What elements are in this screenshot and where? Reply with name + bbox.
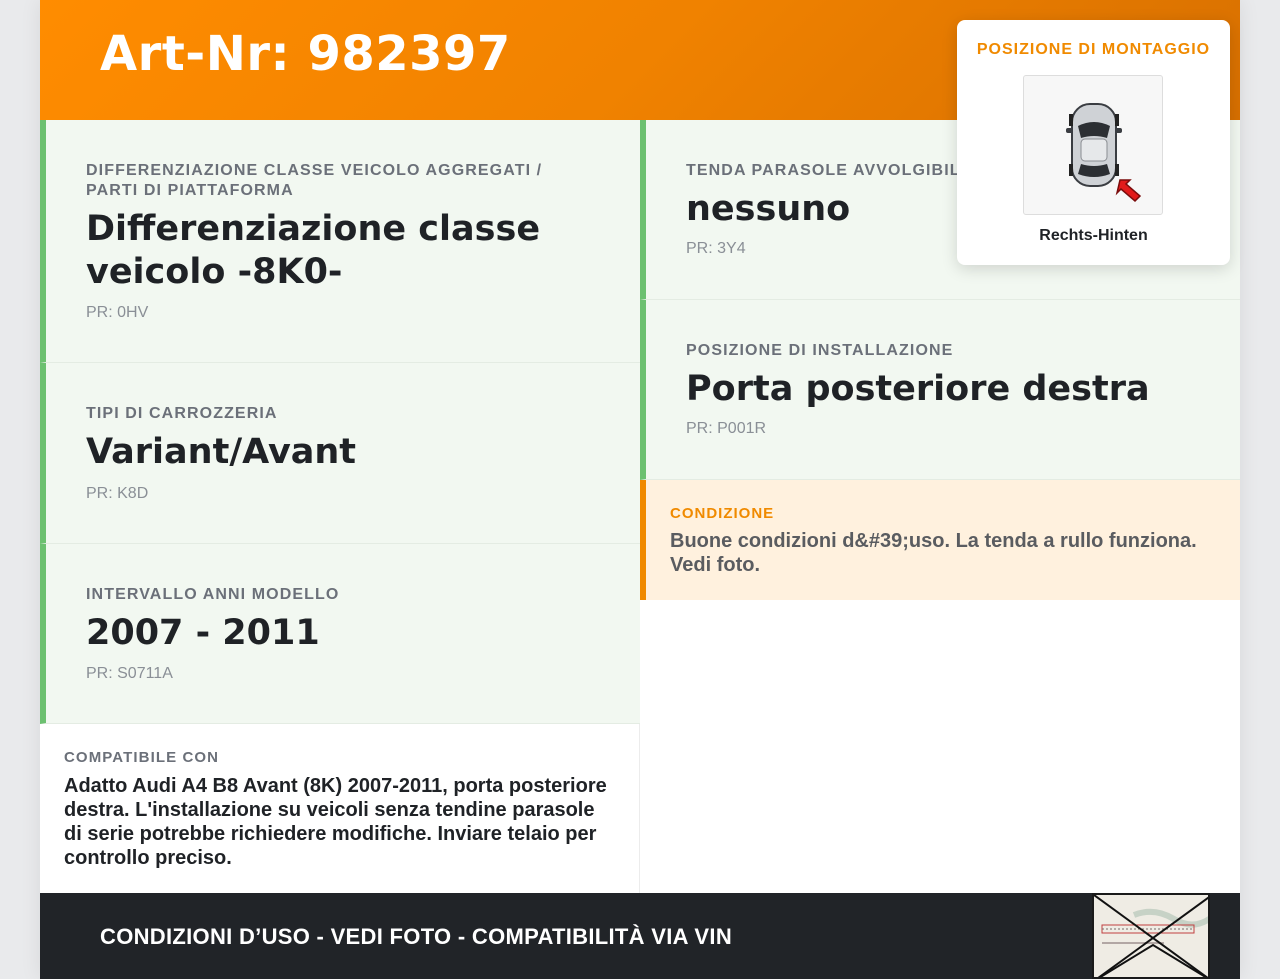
mount-position-value: Rechts-Hinten (1039, 227, 1148, 244)
condition-box: CONDIZIONE Buone condizioni d&#39;uso. L… (640, 480, 1240, 600)
position-arrow-icon (1115, 179, 1142, 203)
document-envelope-icon (1094, 895, 1208, 977)
spec-label: DIFFERENZIAZIONE CLASSE VEICOLO AGGREGAT… (86, 162, 543, 199)
spec-code: PR: 3Y4 (686, 240, 746, 257)
spec-code: PR: P001R (686, 420, 767, 437)
spec-cell-model-years: INTERVALLO ANNI MODELLO 2007 - 2011 PR: … (40, 544, 640, 724)
footer-text: CONDIZIONI D’USO - VEDI FOTO - COMPATIBI… (100, 924, 733, 949)
spec-label: INTERVALLO ANNI MODELLO (86, 586, 340, 603)
spec-code: PR: S0711A (86, 665, 173, 682)
compatibility-box: COMPATIBILE CON Adatto Audi A4 B8 Avant … (40, 724, 640, 893)
compatibility-text: Adatto Audi A4 B8 Avant (8K) 2007-2011, … (64, 775, 607, 869)
spec-cell-body-type: TIPI DI CARROZZERIA Variant/Avant PR: K8… (40, 363, 640, 544)
spec-value: Porta posteriore destra (686, 369, 1150, 409)
spec-label: TIPI DI CARROZZERIA (86, 405, 278, 422)
spec-cell-vehicle-class: DIFFERENZIAZIONE CLASSE VEICOLO AGGREGAT… (40, 120, 640, 363)
article-number-title: Art-Nr: 982397 (100, 26, 511, 82)
spec-value: Variant/Avant (86, 432, 357, 472)
condition-text: Buone condizioni d&#39;uso. La tenda a r… (670, 530, 1197, 576)
mount-position-label: POSIZIONE DI MONTAGGIO (976, 41, 1211, 58)
spec-cell-install-position: POSIZIONE DI INSTALLAZIONE Porta posteri… (640, 300, 1240, 480)
spec-label: POSIZIONE DI INSTALLAZIONE (686, 342, 954, 359)
spec-code: PR: 0HV (86, 304, 149, 321)
spec-value: 2007 - 2011 (86, 613, 320, 653)
condition-label: CONDIZIONE (670, 505, 775, 522)
registration-document-thumbnail (1092, 893, 1210, 979)
car-top-view-icon (1066, 103, 1142, 203)
car-position-diagram (1023, 75, 1163, 215)
spec-value: Differenziazione classe veicolo -8K0- (86, 209, 541, 292)
compatibility-label: COMPATIBILE CON (64, 749, 220, 766)
spec-code: PR: K8D (86, 485, 149, 502)
mount-position-card: POSIZIONE DI MONTAGGIO Rechts-Hinten (957, 20, 1230, 265)
footer-bar: CONDIZIONI D’USO - VEDI FOTO - COMPATIBI… (40, 893, 1240, 979)
